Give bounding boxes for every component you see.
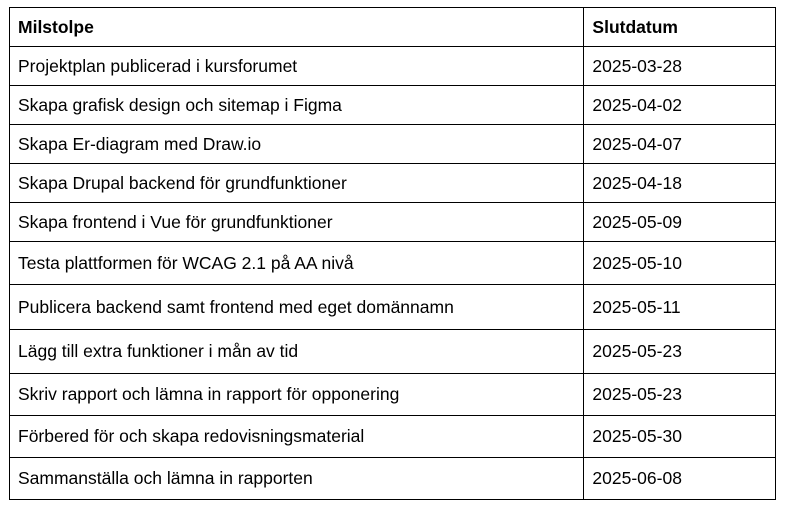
date-cell: 2025-05-30 xyxy=(583,415,776,458)
date-cell: 2025-05-09 xyxy=(583,202,776,242)
milestone-table: Milstolpe Slutdatum Projektplan publicer… xyxy=(8,7,776,500)
date-cell: 2025-03-28 xyxy=(583,46,776,86)
date-cell: 2025-05-23 xyxy=(583,373,776,416)
date-cell: 2025-04-02 xyxy=(583,85,776,125)
milestone-cell: Skapa Drupal backend för grundfunktioner xyxy=(8,163,585,203)
header-end-date: Slutdatum xyxy=(583,7,776,47)
table-row: Lägg till extra funktioner i mån av tid … xyxy=(8,329,776,374)
table-row: Testa plattformen för WCAG 2.1 på AA niv… xyxy=(8,241,776,285)
table-row: Publicera backend samt frontend med eget… xyxy=(8,284,776,330)
date-cell: 2025-05-11 xyxy=(583,284,776,330)
milestone-cell: Testa plattformen för WCAG 2.1 på AA niv… xyxy=(8,241,585,285)
milestone-cell: Skapa grafisk design och sitemap i Figma xyxy=(8,85,585,125)
date-cell: 2025-05-10 xyxy=(583,241,776,285)
milestone-cell: Publicera backend samt frontend med eget… xyxy=(8,284,585,330)
milestone-cell: Skriv rapport och lämna in rapport för o… xyxy=(8,373,585,416)
milestone-cell: Projektplan publicerad i kursforumet xyxy=(8,46,585,86)
table-row: Projektplan publicerad i kursforumet 202… xyxy=(8,46,776,86)
date-cell: 2025-05-23 xyxy=(583,329,776,374)
table-row: Sammanställa och lämna in rapporten 2025… xyxy=(8,457,776,500)
milestone-cell: Förbered för och skapa redovisningsmater… xyxy=(8,415,585,458)
table-row: Skriv rapport och lämna in rapport för o… xyxy=(8,373,776,416)
table-row: Skapa Drupal backend för grundfunktioner… xyxy=(8,163,776,203)
milestone-cell: Lägg till extra funktioner i mån av tid xyxy=(8,329,585,374)
milestone-cell: Skapa frontend i Vue för grundfunktioner xyxy=(8,202,585,242)
table-row: Skapa grafisk design och sitemap i Figma… xyxy=(8,85,776,125)
header-milestone: Milstolpe xyxy=(8,7,585,47)
date-cell: 2025-06-08 xyxy=(583,457,776,500)
date-cell: 2025-04-07 xyxy=(583,124,776,164)
header-row: Milstolpe Slutdatum xyxy=(8,7,776,47)
milestone-cell: Sammanställa och lämna in rapporten xyxy=(8,457,585,500)
date-cell: 2025-04-18 xyxy=(583,163,776,203)
table-row: Skapa Er-diagram med Draw.io 2025-04-07 xyxy=(8,124,776,164)
table-row: Förbered för och skapa redovisningsmater… xyxy=(8,415,776,458)
milestone-cell: Skapa Er-diagram med Draw.io xyxy=(8,124,585,164)
table-row: Skapa frontend i Vue för grundfunktioner… xyxy=(8,202,776,242)
